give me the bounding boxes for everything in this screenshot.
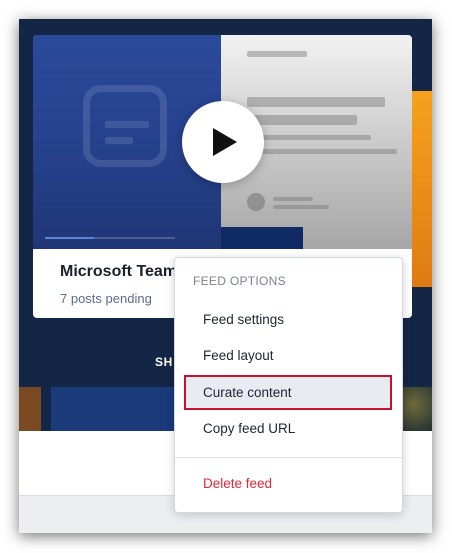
- menu-header: FEED OPTIONS: [193, 274, 286, 288]
- feed-title: Microsoft Team: [60, 263, 178, 280]
- menu-item-curate-content[interactable]: Curate content: [184, 375, 392, 410]
- play-icon: [213, 128, 237, 156]
- feed-options-menu: FEED OPTIONS Feed settings Feed layout C…: [174, 257, 403, 513]
- logo-line: [105, 137, 133, 144]
- neighbor-card-edge: [410, 91, 432, 287]
- placeholder-bar: [247, 135, 371, 140]
- menu-item-delete-feed[interactable]: Delete feed: [175, 466, 402, 502]
- menu-item-copy-feed-url[interactable]: Copy feed URL: [175, 411, 402, 447]
- placeholder-bar: [247, 51, 307, 57]
- thumbnail-2[interactable]: [51, 387, 175, 431]
- placeholder-bar: [247, 97, 385, 107]
- video-progress-fill: [45, 237, 94, 239]
- thumbnail-left[interactable]: [19, 387, 41, 431]
- placeholder-bar: [247, 149, 397, 154]
- menu-item-label: Copy feed URL: [203, 421, 296, 436]
- menu-item-label: Delete feed: [203, 476, 273, 491]
- menu-item-label: Feed layout: [203, 348, 274, 363]
- screenshot-frame: SH Microsoft Team 7 posts pending FEED O…: [19, 19, 432, 533]
- menu-item-feed-settings[interactable]: Feed settings: [175, 302, 402, 338]
- logo-line: [105, 121, 149, 128]
- menu-divider: [175, 457, 402, 458]
- placeholder-avatar: [247, 193, 265, 211]
- posts-pending-text[interactable]: 7 posts pending: [60, 291, 152, 306]
- menu-item-label: Feed settings: [203, 312, 285, 327]
- placeholder-bar: [273, 197, 313, 201]
- section-label-partial: SH: [155, 355, 173, 369]
- play-button[interactable]: [182, 101, 264, 183]
- placeholder-bar: [273, 205, 329, 209]
- placeholder-bar: [247, 115, 357, 125]
- video-preview[interactable]: [33, 35, 412, 249]
- menu-item-label: Curate content: [203, 385, 292, 400]
- thumbnail-right[interactable]: [402, 387, 432, 431]
- video-overlay-block: [221, 227, 303, 249]
- menu-item-feed-layout[interactable]: Feed layout: [175, 338, 402, 374]
